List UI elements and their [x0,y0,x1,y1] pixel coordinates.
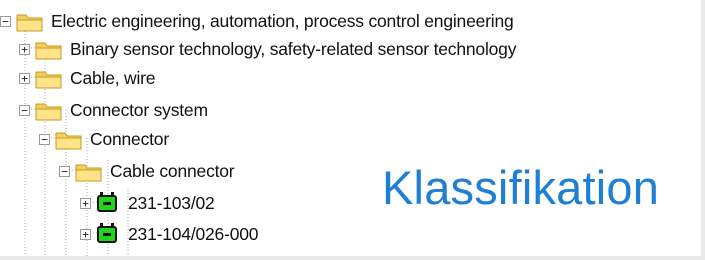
plug-connector-icon [97,192,117,212]
tree-panel: − Electric engineering, automation, proc… [0,0,705,260]
tree-item-label: Binary sensor technology, safety-related… [70,38,517,59]
tree-item-label: 231-104/026-000 [128,223,259,244]
tree-item-231-104-026-000[interactable]: + 231-104/026-000 [80,220,259,248]
tree-item-label: Electric engineering, automation, proces… [51,10,514,31]
tree-item-label: Cable connector [110,160,235,181]
expand-toggle[interactable]: + [19,43,30,55]
expand-toggle[interactable]: + [80,197,91,209]
folder-icon [75,164,102,181]
tree-item-label: Cable, wire [70,67,156,88]
tree-item-label: Connector system [70,99,208,120]
folder-icon [35,71,62,88]
collapse-toggle[interactable]: − [39,133,50,145]
tree-item-cable-connector[interactable]: − Cable connector [59,157,235,185]
tree-item-label: 231-103/02 [128,192,215,213]
folder-icon [55,132,82,149]
tree-item-231-103-02[interactable]: + 231-103/02 [80,189,215,217]
folder-icon [35,103,62,120]
folder-icon [16,14,43,31]
tree-item-binary-sensor[interactable]: + Binary sensor technology, safety-relat… [19,35,516,63]
tree-item-label: Connector [90,128,169,149]
folder-icon [35,42,62,59]
collapse-toggle[interactable]: − [59,165,70,177]
tree-item-electric-engineering[interactable]: − Electric engineering, automation, proc… [0,7,514,35]
tree-item-cable-wire[interactable]: + Cable, wire [19,64,156,92]
collapse-toggle[interactable]: − [0,15,11,27]
tree-item-connector-system[interactable]: − Connector system [19,96,208,124]
expand-toggle[interactable]: + [19,72,30,84]
tree-item-connector[interactable]: − Connector [39,125,169,153]
plug-connector-icon [113,250,135,260]
collapse-toggle[interactable]: − [19,104,30,116]
overlay-title: Klassifikation [382,161,660,214]
plug-connector-icon [97,223,117,243]
tree-item-partial [113,250,145,260]
expand-toggle[interactable]: + [80,228,91,240]
